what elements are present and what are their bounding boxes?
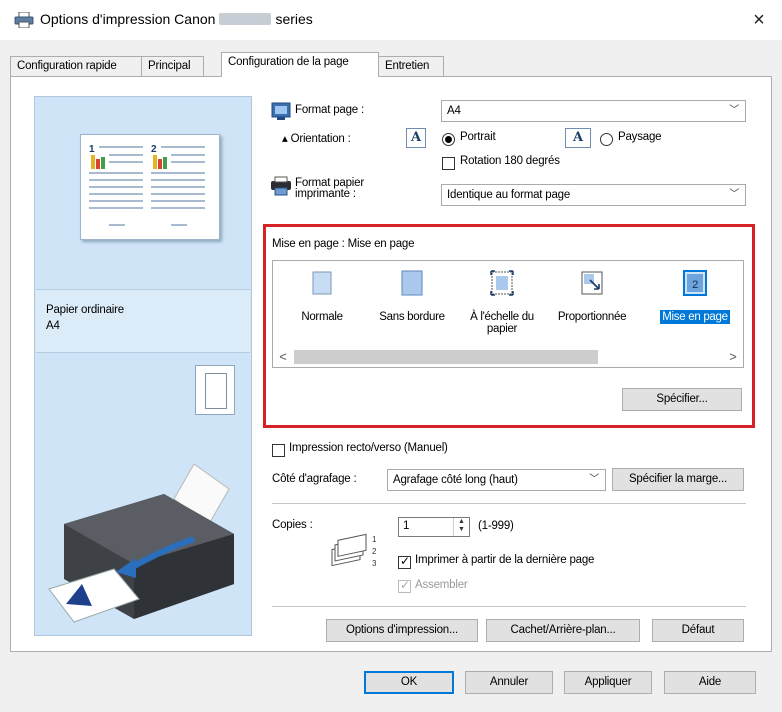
svg-text:2: 2: [151, 144, 157, 155]
tab-quick-setup[interactable]: Configuration rapide: [10, 56, 142, 76]
svg-text:3: 3: [372, 559, 377, 568]
svg-text:2: 2: [692, 279, 698, 291]
chevron-down-icon: ﹀: [589, 474, 599, 485]
svg-text:1: 1: [372, 535, 377, 544]
layout-horizontal-scrollbar[interactable]: < >: [272, 348, 744, 366]
landscape-label: Paysage: [618, 131, 662, 143]
chevron-down-icon: ﹀: [729, 105, 739, 116]
spinner-arrows-icon[interactable]: ▲ ▼: [453, 518, 469, 536]
orientation-label: ▴ Orientation :: [282, 133, 351, 145]
printer-illustration-icon: [48, 463, 234, 623]
page-size-icon: [271, 102, 291, 120]
reverse-order-label: Imprimer à partir de la dernière page: [415, 554, 595, 566]
duplex-checkbox[interactable]: [272, 444, 285, 457]
reverse-order-checkbox[interactable]: [398, 554, 411, 569]
chevron-down-icon: ﹀: [729, 189, 739, 200]
specify-button[interactable]: Spécifier...: [622, 388, 742, 411]
defaults-button[interactable]: Défaut: [652, 619, 744, 642]
print-options-dialog: Options d'impression Canon series × Confi…: [0, 0, 782, 712]
cancel-button[interactable]: Annuler: [465, 671, 553, 694]
scaled-layout-icon: [575, 269, 609, 299]
landscape-radio[interactable]: [600, 133, 613, 146]
scroll-left-arrow-icon[interactable]: <: [274, 348, 292, 366]
print-options-button[interactable]: Options d'impression...: [326, 619, 478, 642]
layout-item-normal[interactable]: Normale: [277, 269, 367, 323]
stamp-background-button[interactable]: Cachet/Arrière-plan...: [486, 619, 640, 642]
apply-button[interactable]: Appliquer: [564, 671, 652, 694]
layout-item-page-layout[interactable]: 2 Mise en page: [645, 269, 745, 324]
printer-paper-label: Format papier imprimante :: [295, 177, 364, 200]
printer-paper-icon: [271, 176, 291, 196]
svg-text:1: 1: [89, 144, 95, 155]
portrait-radio[interactable]: [442, 133, 455, 146]
borderless-layout-icon: [395, 269, 429, 299]
layout-item-scaled[interactable]: Proportionnée: [547, 269, 637, 323]
divider: [272, 606, 746, 607]
printer-icon: [14, 12, 34, 28]
redacted-model-name: [219, 13, 272, 25]
tab-main[interactable]: Principal: [141, 56, 204, 76]
tab-page-setup[interactable]: Configuration de la page: [221, 52, 379, 77]
fit-to-paper-icon: [485, 269, 519, 299]
svg-text:2: 2: [372, 547, 377, 556]
portrait-label: Portrait: [460, 131, 496, 143]
scrollbar-thumb[interactable]: [294, 350, 598, 364]
specify-margin-button[interactable]: Spécifier la marge...: [612, 468, 744, 491]
collate-checkbox[interactable]: [398, 578, 411, 593]
scroll-right-arrow-icon[interactable]: >: [724, 348, 742, 366]
copies-range-text: (1-999): [478, 520, 514, 532]
stapling-side-label: Côté d'agrafage :: [272, 473, 357, 485]
tab-maintenance[interactable]: Entretien: [378, 56, 444, 76]
page-size-select[interactable]: A4 ﹀: [441, 100, 746, 122]
media-type-text: Papier ordinaire: [46, 304, 124, 316]
page-layout-icon: 2: [678, 269, 712, 299]
normal-layout-icon: [305, 269, 339, 299]
page-orientation-icon: [195, 365, 235, 415]
title-bar: Options d'impression Canon series ×: [0, 0, 782, 40]
paper-info: Papier ordinaire A4: [36, 289, 250, 353]
divider: [272, 503, 746, 504]
collate-label: Assembler: [415, 579, 468, 591]
copies-label: Copies :: [272, 519, 313, 531]
page-size-label: Format page :: [295, 104, 364, 116]
portrait-orientation-icon: A: [406, 128, 426, 148]
copies-spinbox[interactable]: 1 ▲ ▼: [398, 517, 470, 537]
stapling-side-select[interactable]: Agrafage côté long (haut) ﹀: [387, 469, 606, 491]
paper-size-text: A4: [46, 320, 60, 332]
ok-button[interactable]: OK: [364, 671, 454, 694]
help-button[interactable]: Aide: [664, 671, 756, 694]
layout-item-fit-to-paper[interactable]: À l'échelle du papier: [457, 269, 547, 335]
page-layout-preview: 1 2: [80, 134, 220, 240]
rotate-180-checkbox[interactable]: [442, 157, 455, 170]
copies-stack-icon: 1 2 3: [331, 533, 377, 568]
landscape-orientation-icon: A: [565, 128, 591, 148]
printer-paper-select[interactable]: Identique au format page ﹀: [441, 184, 746, 206]
rotate-180-label: Rotation 180 degrés: [460, 155, 560, 167]
layout-heading: Mise en page : Mise en page: [272, 238, 415, 250]
window-title: Options d'impression Canon series: [40, 11, 313, 27]
layout-item-borderless[interactable]: Sans bordure: [367, 269, 457, 323]
close-button[interactable]: ×: [736, 0, 782, 40]
duplex-label: Impression recto/verso (Manuel): [289, 442, 448, 454]
